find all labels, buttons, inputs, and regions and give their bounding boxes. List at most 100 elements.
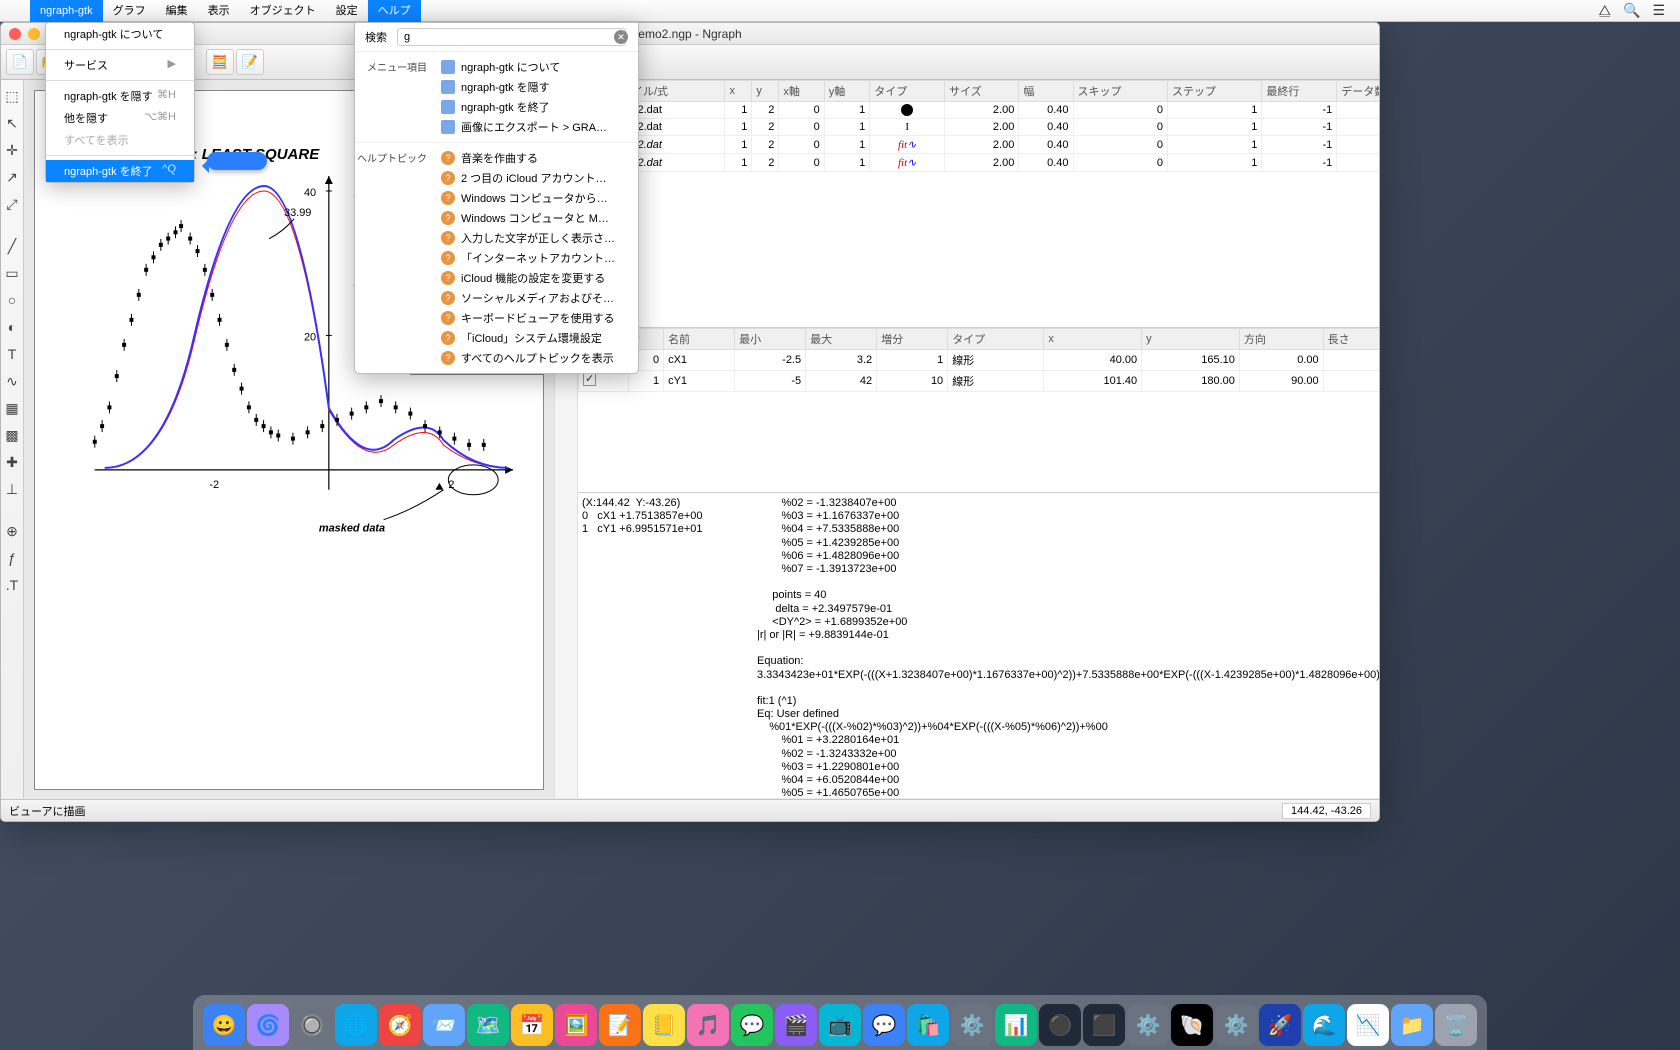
dock-app[interactable]: 📊	[995, 1004, 1037, 1046]
question-icon: ?	[441, 291, 455, 305]
help-menuitem[interactable]: ngraph-gtk を隠す	[435, 77, 638, 97]
app-menu-dropdown: ngraph-gtk について サービス▶ ngraph-gtk を隠す⌘H 他…	[45, 22, 195, 183]
tool-text[interactable]: T	[1, 343, 23, 365]
dock-app[interactable]: ⚫	[1039, 1004, 1081, 1046]
dock-app[interactable]: 🎬	[775, 1004, 817, 1046]
dock-app[interactable]: 🔘	[291, 1004, 333, 1046]
help-menuitem[interactable]: ngraph-gtk を終了	[435, 97, 638, 117]
help-topic[interactable]: ?すべてのヘルプトピックを表示	[435, 348, 638, 368]
clear-search-icon[interactable]: ✕	[614, 30, 628, 44]
dock-app[interactable]: 🎵	[687, 1004, 729, 1046]
app-menu[interactable]: ngraph-gtk	[30, 0, 103, 22]
tool-new[interactable]: 📄	[6, 49, 34, 75]
tool-circle[interactable]: ○	[1, 289, 23, 311]
svg-text:40: 40	[304, 187, 316, 199]
tool-halfcircle[interactable]: ◐	[1, 316, 23, 338]
spotlight-icon[interactable]: 🔍	[1623, 2, 1640, 19]
tool-frame[interactable]: ▦	[1, 397, 23, 419]
dock-app[interactable]: ⚙️	[1215, 1004, 1257, 1046]
dock-app[interactable]: ⬛	[1083, 1004, 1125, 1046]
help-topic[interactable]: ?Windows コンピュータと M…	[435, 208, 638, 228]
menu-edit[interactable]: 編集	[156, 0, 198, 22]
tool-data[interactable]: ↗	[1, 166, 23, 188]
tool-curve[interactable]: ∿	[1, 370, 23, 392]
dock-app[interactable]: 🚀	[1259, 1004, 1301, 1046]
data-row[interactable]: 3demo2.dat1201fit∿2.000.4001-1373	[579, 154, 1381, 172]
dock-app[interactable]: 📁	[1391, 1004, 1433, 1046]
dock-app[interactable]: 📉	[1347, 1004, 1389, 1046]
dock-app[interactable]: 🗑️	[1435, 1004, 1477, 1046]
menu-hide-others[interactable]: 他を隠す⌥⌘H	[46, 107, 194, 129]
menu-graph[interactable]: グラフ	[103, 0, 156, 22]
dock-app[interactable]: 🧭	[379, 1004, 421, 1046]
dock-app[interactable]: 🌐	[335, 1004, 377, 1046]
search-label: 検索	[365, 29, 387, 45]
tool-arrow[interactable]: ↖	[1, 112, 23, 134]
tool-cross[interactable]: ✚	[1, 451, 23, 473]
output-console[interactable]: (X:144.42 Y:-43.26) 0 cX1 +1.7513857e+00…	[578, 492, 1380, 798]
dock-app[interactable]: 🌊	[1303, 1004, 1345, 1046]
data-row[interactable]: 1demo2.dat1201I2.000.4001-1401	[579, 119, 1381, 136]
dock-app[interactable]: 🗺️	[467, 1004, 509, 1046]
dock-app[interactable]: 🌀	[247, 1004, 289, 1046]
help-topic[interactable]: ?「インターネットアカウント…	[435, 248, 638, 268]
help-menuitem[interactable]: 画像にエクスポート > GRA…	[435, 117, 638, 137]
tool-line[interactable]: ╱	[1, 235, 23, 257]
dock-app[interactable]: 🛍️	[907, 1004, 949, 1046]
dock-app[interactable]: 💬	[731, 1004, 773, 1046]
help-topic[interactable]: ?iCloud 機能の設定を変更する	[435, 268, 638, 288]
menu-help[interactable]: ヘルプ	[368, 0, 421, 22]
notification-icon[interactable]: ☰	[1652, 2, 1665, 19]
axis-row[interactable]: 0cX1-2.53.21線形40.00165.100.00140.004	[579, 350, 1381, 371]
close-button[interactable]	[9, 28, 21, 40]
help-search-input[interactable]	[397, 28, 626, 46]
menu-hide[interactable]: ngraph-gtk を隠す⌘H	[46, 85, 194, 107]
help-topic[interactable]: ?音楽を作曲する	[435, 148, 638, 168]
dock-app[interactable]: 📨	[423, 1004, 465, 1046]
tool-calc[interactable]: 🧮	[206, 49, 234, 75]
tool-axis[interactable]: ✛	[1, 139, 23, 161]
axis-row[interactable]: 1cY1-54210線形101.40180.0090.00140.005	[579, 371, 1381, 392]
data-file-grid[interactable]: #ファイル/式xyx軸y軸タイプサイズ幅スキップステップ最終行データ数^#0de…	[578, 80, 1380, 172]
help-topic[interactable]: ?入力した文字が正しく表示さ…	[435, 228, 638, 248]
svg-text:masked data: masked data	[319, 523, 385, 535]
dock-app[interactable]: 📝	[599, 1004, 641, 1046]
dock-app[interactable]: 📒	[643, 1004, 685, 1046]
help-topic[interactable]: ?ソーシャルメディアおよびそ…	[435, 288, 638, 308]
tool-rect[interactable]: ▭	[1, 262, 23, 284]
tool-pointer[interactable]: ⬚	[1, 85, 23, 107]
tool-text2[interactable]: .T	[1, 574, 23, 596]
menu-quit[interactable]: ngraph-gtk を終了^Q	[46, 160, 194, 182]
axis-grid[interactable]: #名前最小最大増分タイプxy方向長さ^#0cX1-2.53.21線形40.001…	[578, 327, 1380, 392]
help-topic[interactable]: ?キーボードビューアを使用する	[435, 308, 638, 328]
tool-select[interactable]: ⤢	[1, 193, 23, 215]
dock-app[interactable]: 🖼️	[555, 1004, 597, 1046]
question-icon: ?	[441, 171, 455, 185]
main-window: emo2.ngp - Ngraph 📄 📂 💾 ✂️ ✏️ 🖨️ 🧮 📝 ⬚ ↖…	[0, 22, 1380, 822]
tool-grid[interactable]: ▩	[1, 424, 23, 446]
tool-zoom[interactable]: ⊕	[1, 520, 23, 542]
menu-object[interactable]: オブジェクト	[240, 0, 326, 22]
dock-app[interactable]: ⚙️	[951, 1004, 993, 1046]
help-topic[interactable]: ?Windows コンピュータから…	[435, 188, 638, 208]
tool-tick[interactable]: ⊥	[1, 478, 23, 500]
help-topic[interactable]: ?2 つ目の iCloud アカウント…	[435, 168, 638, 188]
minimize-button[interactable]	[28, 28, 40, 40]
dock-app[interactable]: ⚙️	[1127, 1004, 1169, 1046]
menu-services[interactable]: サービス▶	[46, 54, 194, 76]
menu-settings[interactable]: 設定	[326, 0, 368, 22]
menu-view[interactable]: 表示	[198, 0, 240, 22]
tool-edit[interactable]: 📝	[236, 49, 264, 75]
data-row[interactable]: 2demo2.dat1201fit∿2.000.4001-1402	[579, 136, 1381, 154]
data-row[interactable]: 0demo2.dat12012.000.4001-1400	[579, 102, 1381, 119]
tool-eval[interactable]: ƒ	[1, 547, 23, 569]
wifi-icon[interactable]: ⧋	[1599, 2, 1612, 19]
menu-about[interactable]: ngraph-gtk について	[46, 23, 194, 45]
dock-app[interactable]: 😀	[203, 1004, 245, 1046]
help-menuitem[interactable]: ngraph-gtk について	[435, 57, 638, 77]
dock-app[interactable]: 💬	[863, 1004, 905, 1046]
help-topic[interactable]: ?「iCloud」システム環境設定	[435, 328, 638, 348]
dock-app[interactable]: 📺	[819, 1004, 861, 1046]
dock-app[interactable]: 🐚	[1171, 1004, 1213, 1046]
dock-app[interactable]: 📅	[511, 1004, 553, 1046]
